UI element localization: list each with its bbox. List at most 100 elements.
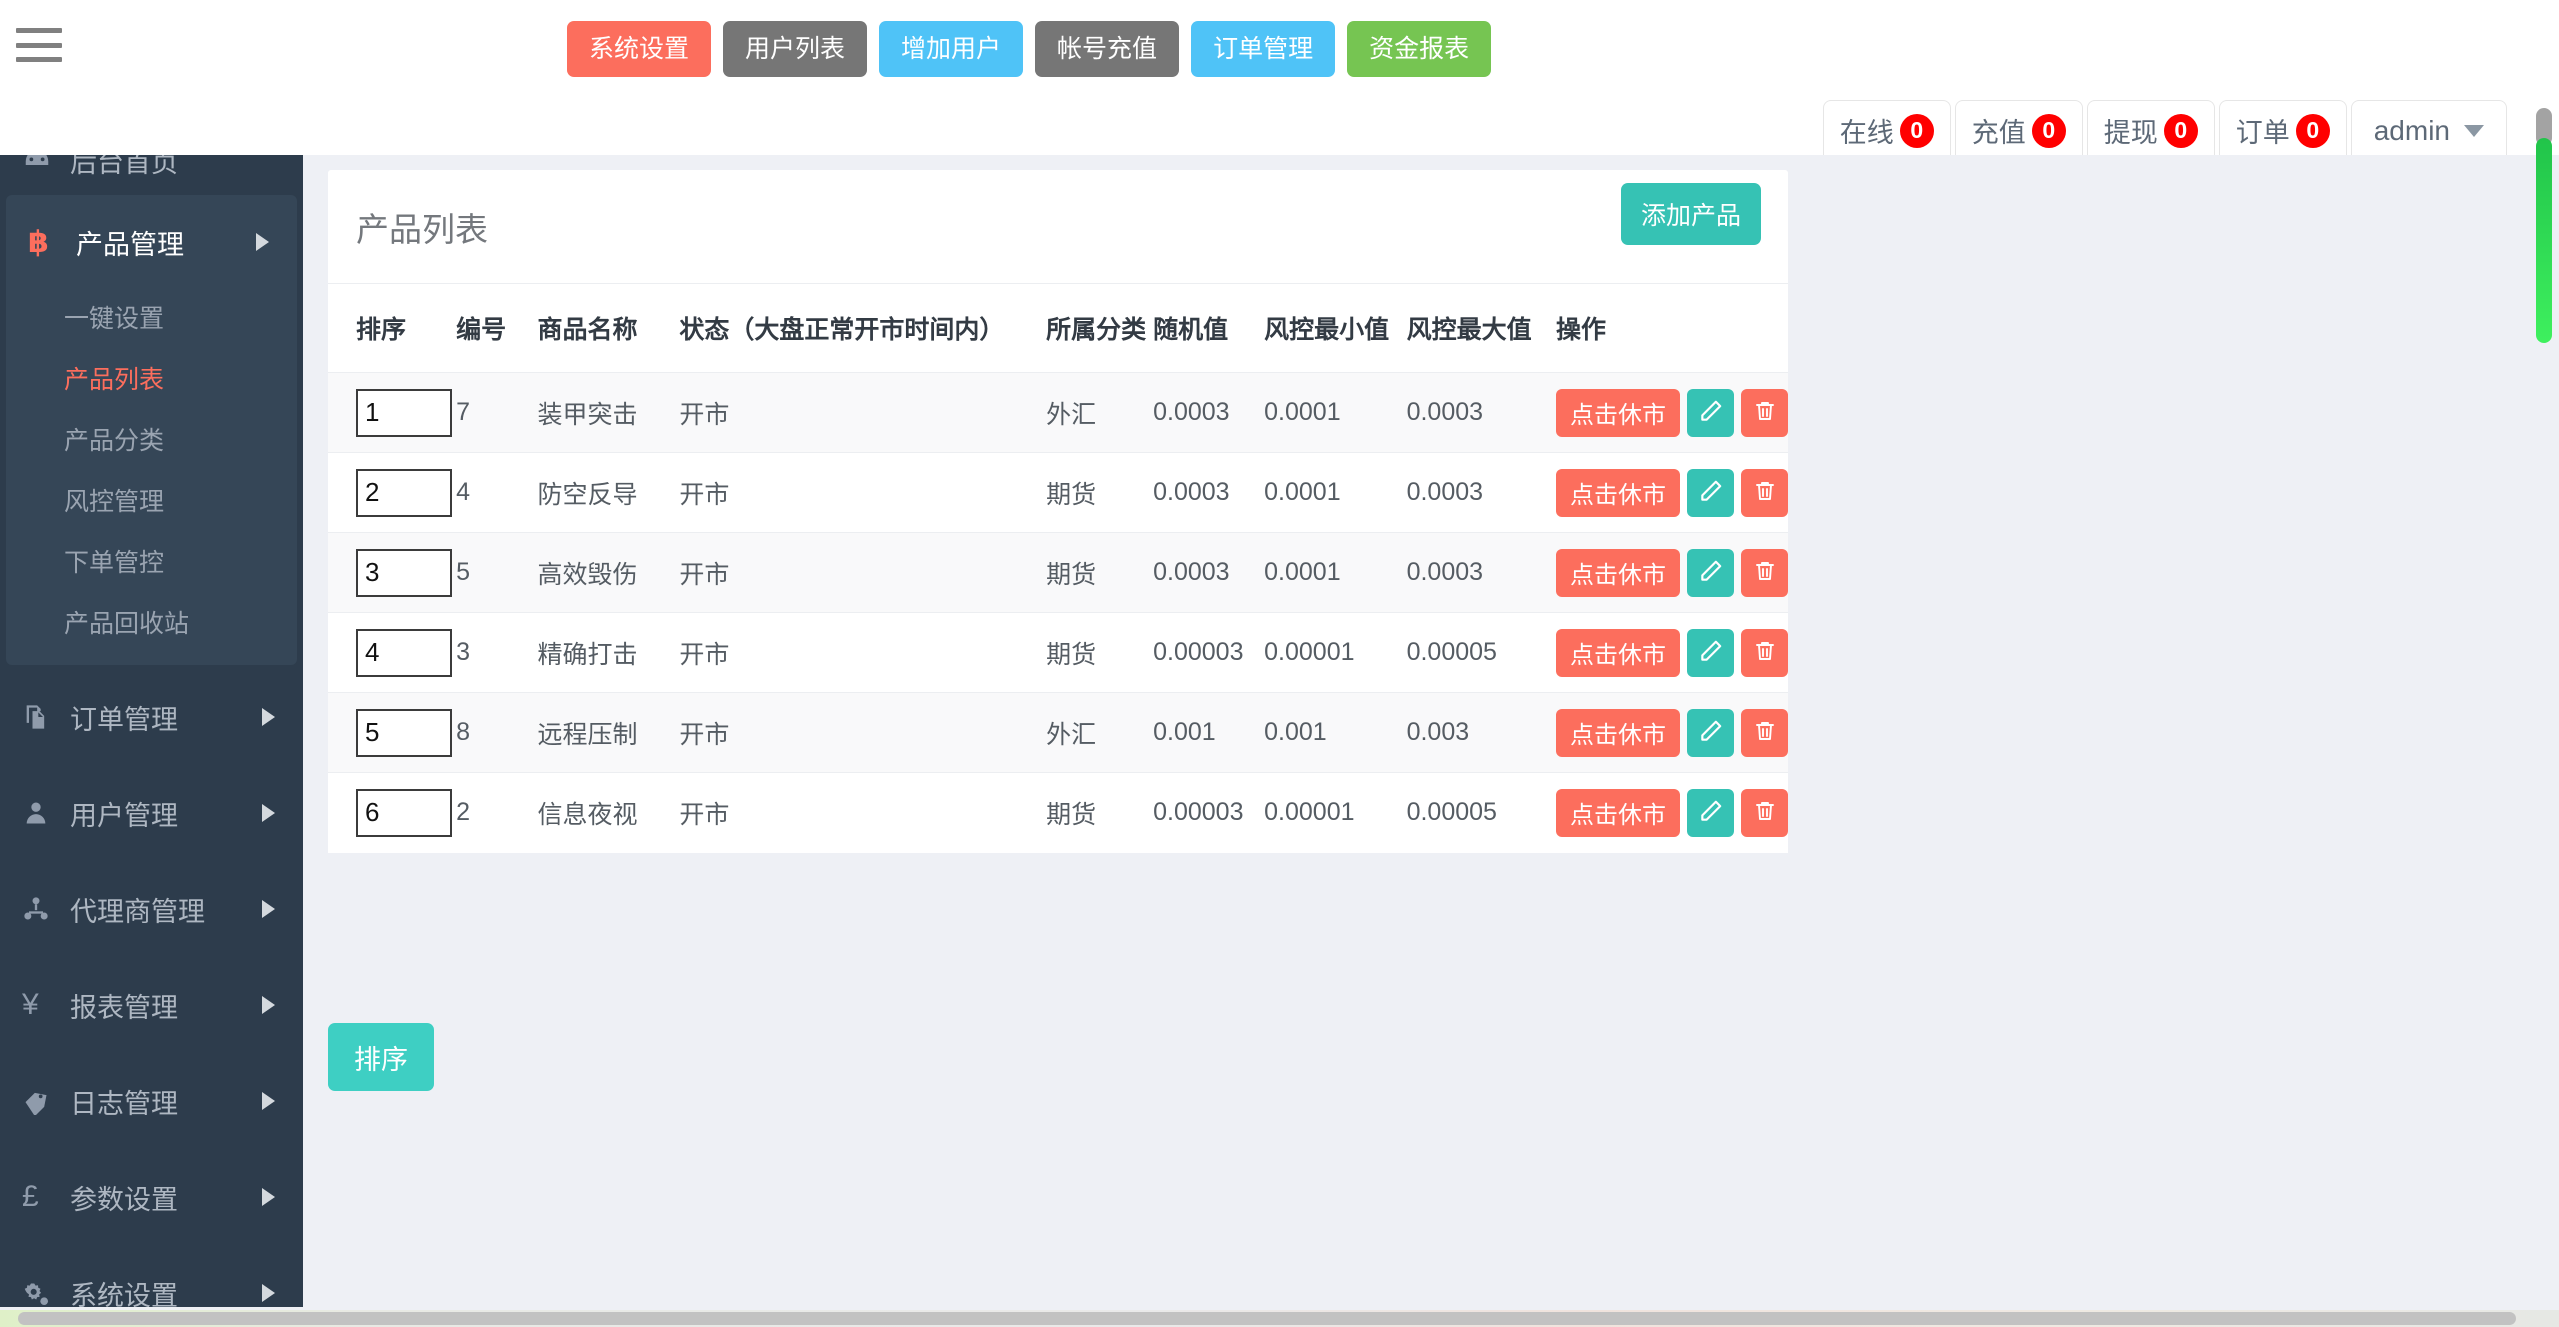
- delete-row-button[interactable]: [1741, 548, 1788, 597]
- sidebar-item-label: 报表管理: [70, 992, 178, 1023]
- cell-id: 5: [456, 558, 471, 586]
- toggle-market-button[interactable]: 点击休市: [1556, 388, 1680, 437]
- order-input[interactable]: [356, 468, 452, 517]
- cell-name: 防空反导: [537, 480, 638, 509]
- cell-id: 3: [456, 638, 471, 666]
- row-action-group: 点击休市: [1556, 388, 1788, 437]
- cell-actions: 点击休市: [1556, 373, 1788, 453]
- toggle-market-button[interactable]: 点击休市: [1556, 628, 1680, 677]
- cell-name: 信息夜视: [537, 800, 638, 829]
- column-header-status: 状态（大盘正常开市时间内）: [679, 316, 1005, 344]
- sidebar-item-system-settings[interactable]: 系统设置: [0, 1245, 303, 1307]
- scrollbar-thumb[interactable]: [2536, 138, 2552, 343]
- sidebar-subitem-product-list[interactable]: 产品列表: [6, 350, 297, 411]
- chevron-right-icon: [256, 233, 269, 251]
- toggle-market-button[interactable]: 点击休市: [1556, 708, 1680, 757]
- sort-button[interactable]: 排序: [328, 1023, 434, 1091]
- edit-row-button[interactable]: [1687, 788, 1734, 837]
- nav-button-fund-report[interactable]: 资金报表: [1347, 21, 1492, 77]
- cell-id: 7: [456, 398, 471, 426]
- status-label: 订单: [2235, 118, 2290, 148]
- chevron-right-icon: [262, 1092, 275, 1110]
- sidebar-subitem-product-recycle[interactable]: 产品回收站: [6, 594, 297, 655]
- pencil-icon: [1698, 798, 1724, 827]
- cell-random: 0.0003: [1153, 558, 1230, 586]
- delete-row-button[interactable]: [1741, 788, 1788, 837]
- edit-row-button[interactable]: [1687, 708, 1734, 757]
- sidebar-item-label: 系统设置: [70, 1280, 178, 1308]
- delete-row-button[interactable]: [1741, 388, 1788, 437]
- sidebar-item-home[interactable]: 后台首页: [0, 155, 303, 191]
- sidebar-item-label: 后台首页: [70, 155, 178, 178]
- table-row: 7 装甲突击 开市 外汇 0.0003 0.0001 0.0003 点击休市: [328, 372, 1788, 453]
- cell-risk-max: 0.003: [1406, 718, 1470, 746]
- sidebar-item-agent-management[interactable]: 代理商管理: [0, 861, 303, 957]
- table-header: 排序 编号 商品名称 状态（大盘正常开市时间内） 所属分类 随机值 风控最小值 …: [328, 284, 1788, 373]
- nav-button-add-user[interactable]: 增加用户: [879, 21, 1024, 77]
- column-header-actions: 操作: [1556, 316, 1607, 344]
- cell-id: 2: [456, 798, 471, 827]
- cell-name: 精确打击: [537, 640, 638, 669]
- sidebar-subitem-risk-management[interactable]: 风控管理: [6, 472, 297, 533]
- status-chip-withdraw[interactable]: 提现 0: [2086, 100, 2215, 162]
- sidebar-item-user-management[interactable]: 用户管理: [0, 765, 303, 861]
- cell-category: 外汇: [1046, 400, 1097, 429]
- sidebar-subitem-one-click-setup[interactable]: 一键设置: [6, 289, 297, 350]
- sidebar-item-label: 产品管理: [76, 229, 184, 260]
- edit-row-button[interactable]: [1687, 388, 1734, 437]
- status-chip-recharge[interactable]: 充值 0: [1954, 100, 2083, 162]
- cell-risk-max: 0.0003: [1406, 558, 1484, 586]
- nav-button-system-settings[interactable]: 系统设置: [567, 21, 712, 77]
- order-input[interactable]: [356, 708, 452, 757]
- column-header-category: 所属分类: [1046, 316, 1147, 344]
- nav-button-account-recharge[interactable]: 帐号充值: [1035, 21, 1180, 77]
- sidebar-item-order-management[interactable]: 订单管理: [0, 669, 303, 765]
- cell-order: [328, 453, 456, 533]
- user-icon: [22, 799, 70, 827]
- hamburger-icon[interactable]: [16, 24, 64, 66]
- chevron-right-icon: [262, 1188, 275, 1206]
- toggle-market-button[interactable]: 点击休市: [1556, 548, 1680, 597]
- nav-button-order-management[interactable]: 订单管理: [1191, 21, 1336, 77]
- gears-icon: [22, 1279, 70, 1307]
- status-bar: 在线 0 充值 0 提现 0 订单 0 admin: [1822, 100, 2507, 162]
- scrollbar-thumb-horizontal[interactable]: [18, 1312, 2516, 1325]
- toggle-market-button[interactable]: 点击休市: [1556, 788, 1680, 837]
- edit-row-button[interactable]: [1687, 468, 1734, 517]
- delete-row-button[interactable]: [1741, 708, 1788, 757]
- cell-category: 期货: [1046, 480, 1097, 509]
- pencil-icon: [1698, 638, 1724, 667]
- sidebar-item-product-management[interactable]: ฿ 产品管理: [6, 195, 297, 289]
- sidebar-subitem-order-control[interactable]: 下单管控: [6, 533, 297, 594]
- cell-risk-max: 0.00005: [1406, 798, 1497, 827]
- chevron-right-icon: [262, 804, 275, 822]
- status-badge: 0: [2163, 113, 2198, 148]
- horizontal-scrollbar[interactable]: [0, 1310, 2559, 1327]
- cell-category: 期货: [1046, 560, 1097, 589]
- vertical-scrollbar[interactable]: [2533, 108, 2555, 1270]
- delete-row-button[interactable]: [1741, 628, 1788, 677]
- user-menu[interactable]: admin: [2350, 100, 2507, 162]
- status-badge: 0: [2031, 113, 2066, 148]
- sidebar: 后台首页 ฿ 产品管理 一键设置 产品列表 产品分类 风控管理 下单管控 产品回…: [0, 155, 303, 1307]
- sidebar-item-log-management[interactable]: 日志管理: [0, 1053, 303, 1149]
- order-input[interactable]: [356, 388, 452, 437]
- delete-row-button[interactable]: [1741, 468, 1788, 517]
- edit-row-button[interactable]: [1687, 628, 1734, 677]
- order-input[interactable]: [356, 628, 452, 677]
- add-product-button[interactable]: 添加产品: [1620, 183, 1761, 245]
- nav-button-user-list[interactable]: 用户列表: [723, 21, 868, 77]
- sidebar-subitem-product-category[interactable]: 产品分类: [6, 411, 297, 472]
- cell-id: 4: [456, 478, 471, 506]
- order-input[interactable]: [356, 548, 452, 597]
- order-input[interactable]: [356, 788, 452, 837]
- status-chip-online[interactable]: 在线 0: [1822, 100, 1951, 162]
- sidebar-item-report-management[interactable]: ¥ 报表管理: [0, 957, 303, 1053]
- status-label: 充值: [1971, 118, 2026, 148]
- edit-row-button[interactable]: [1687, 548, 1734, 597]
- toggle-market-button[interactable]: 点击休市: [1556, 468, 1680, 517]
- table-row: 2 信息夜视 开市 期货 0.00003 0.00001 0.00005 点击休市: [328, 772, 1788, 853]
- row-action-group: 点击休市: [1556, 788, 1788, 837]
- status-chip-orders[interactable]: 订单 0: [2218, 100, 2347, 162]
- sidebar-item-parameter-settings[interactable]: £ 参数设置: [0, 1149, 303, 1245]
